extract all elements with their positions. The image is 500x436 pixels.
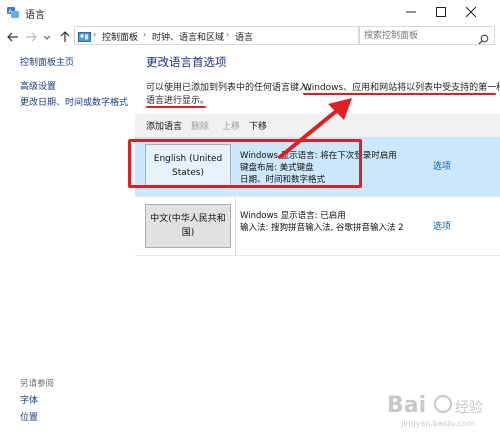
red-arrow-annotation [278,98,352,159]
watermark-url: jingyan.baidu.com [400,419,475,428]
baidu-watermark: Bai 经验 jingyan.baidu.com [385,386,495,434]
svg-text:Bai: Bai [387,393,426,418]
svg-text:经验: 经验 [455,400,483,416]
